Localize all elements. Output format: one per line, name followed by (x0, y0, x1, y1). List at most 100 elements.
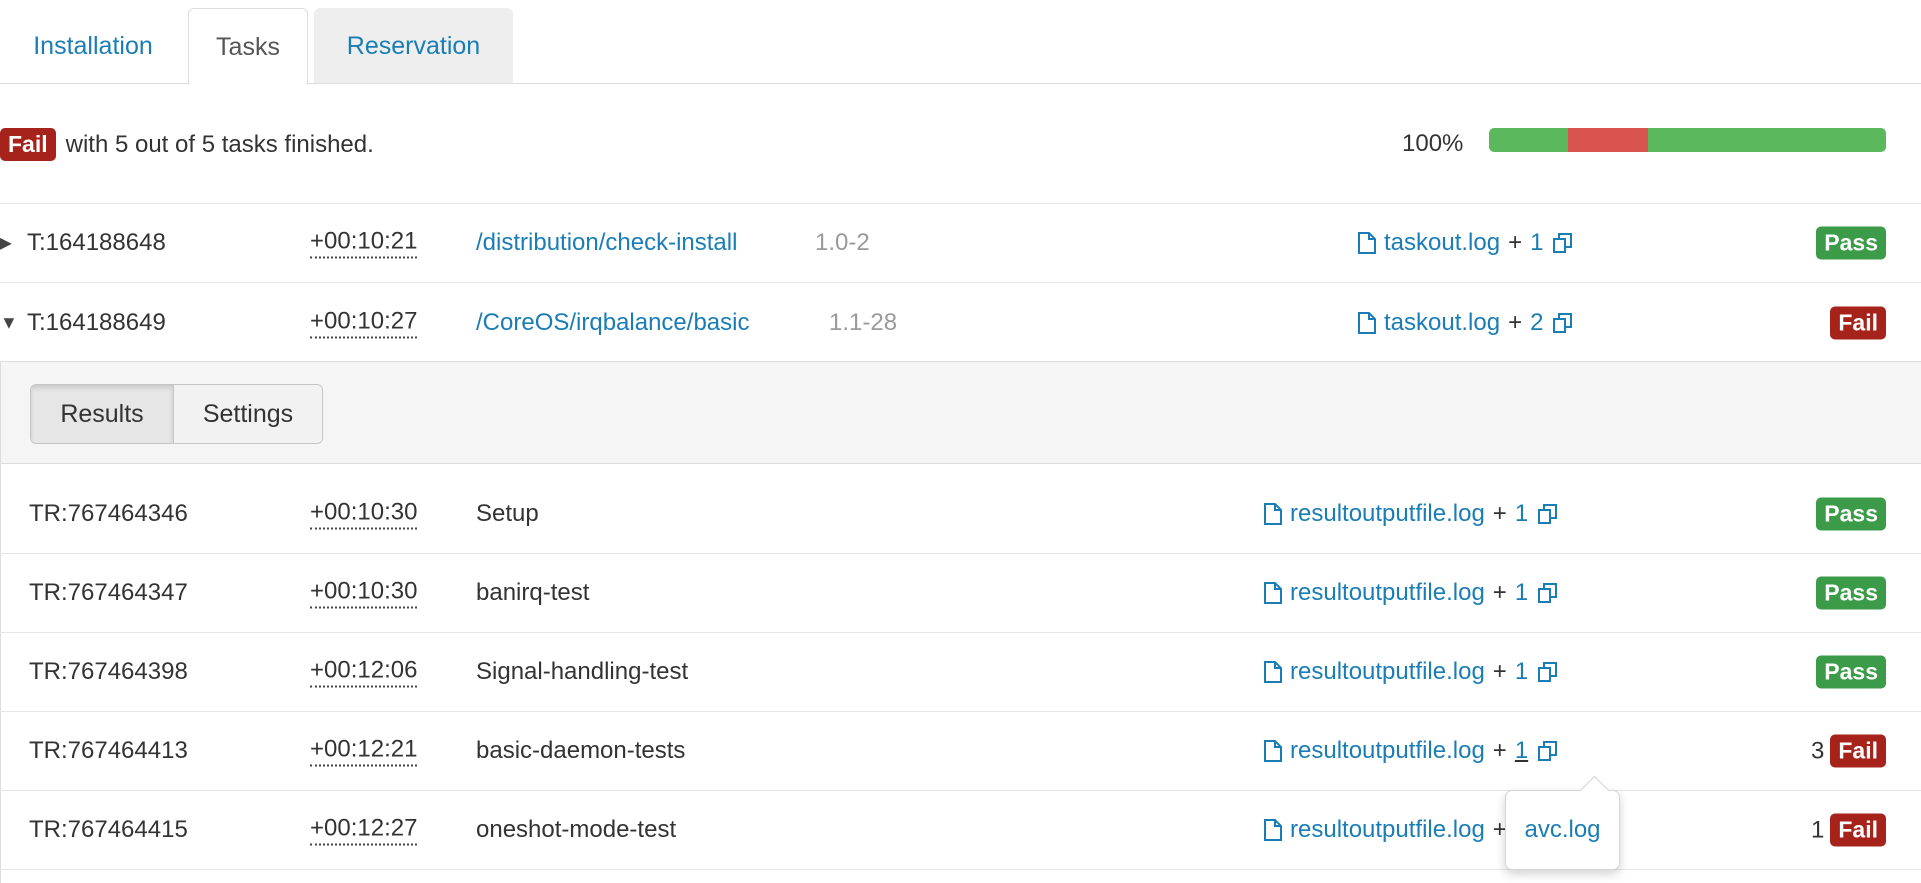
task-name-link[interactable]: /CoreOS/irqbalance/basic (476, 309, 749, 337)
file-icon (1358, 232, 1376, 254)
settings-tab-button[interactable]: Settings (174, 385, 322, 443)
log-link[interactable]: resultoutputfile.log (1290, 500, 1485, 528)
file-icon (1264, 661, 1282, 683)
result-row: TR:767464413 +00:12:21 basic-daemon-test… (0, 712, 1921, 791)
plus-sign: + (1492, 500, 1507, 527)
result-elapsed-time: +00:10:30 (310, 578, 418, 609)
caret-down-icon[interactable]: ▼ (0, 312, 18, 333)
caret-right-icon[interactable]: ▶ (0, 233, 12, 254)
status-badge: Pass (1816, 655, 1886, 689)
result-elapsed-time: +00:12:27 (310, 815, 418, 846)
more-logs-link[interactable]: 1 (1515, 737, 1528, 765)
copy-icon[interactable] (1551, 231, 1575, 255)
result-name: Setup (476, 500, 539, 527)
log-link[interactable]: taskout.log (1384, 229, 1500, 257)
result-id: TR:767464347 (29, 579, 188, 606)
file-icon (1264, 582, 1282, 604)
result-name: oneshot-mode-test (476, 816, 677, 843)
more-logs-link[interactable]: 1 (1530, 229, 1543, 257)
task-logs: taskout.log + 1 (1358, 229, 1575, 257)
copy-icon[interactable] (1536, 739, 1560, 763)
progress-percent: 100% (1402, 130, 1464, 157)
plus-sign: + (1508, 229, 1523, 256)
more-logs-link[interactable]: 1 (1515, 500, 1528, 528)
result-name: banirq-test (476, 579, 590, 606)
progress-segment-fail (1568, 128, 1648, 152)
file-icon (1358, 311, 1376, 334)
file-icon (1264, 503, 1282, 525)
result-logs: resultoutputfile.log + 1 (1264, 500, 1560, 528)
task-version: 1.0-2 (815, 229, 870, 256)
result-status: 1 Fail (1811, 813, 1886, 847)
plus-sign: + (1492, 737, 1507, 764)
plus-sign: + (1492, 658, 1507, 685)
file-icon (1264, 819, 1282, 841)
result-name: Signal-handling-test (476, 658, 689, 685)
task-elapsed-time: +00:10:27 (310, 307, 418, 338)
task-version: 1.1-28 (829, 308, 898, 336)
results-tab-button[interactable]: Results (31, 385, 174, 443)
result-elapsed-time: +00:12:06 (310, 657, 418, 688)
more-logs-link[interactable]: 2 (1530, 309, 1543, 337)
status-badge: Pass (1816, 226, 1886, 260)
result-name: basic-daemon-tests (476, 737, 686, 764)
result-row: TR:767464415 +00:12:27 oneshot-mode-test… (0, 791, 1921, 870)
task-name-link[interactable]: /distribution/check-install (476, 229, 737, 257)
status-badge: Fail (0, 128, 56, 161)
status-badge: Fail (1830, 306, 1886, 339)
failure-count: 3 (1811, 737, 1825, 764)
log-link[interactable]: taskout.log (1384, 309, 1500, 337)
status-badge: Pass (1816, 576, 1886, 610)
summary-status: Fail with 5 out of 5 tasks finished. (0, 128, 374, 161)
result-id: TR:767464415 (29, 816, 188, 843)
status-badge: Fail (1830, 734, 1886, 768)
progress-segment-pass-1 (1489, 128, 1569, 152)
result-id: TR:767464346 (29, 500, 188, 527)
plus-sign: + (1492, 579, 1507, 606)
more-logs-link[interactable]: 1 (1515, 658, 1528, 686)
result-status: 3 Fail (1811, 734, 1886, 768)
tab-bar: Installation Tasks Reservation (0, 0, 1921, 85)
result-row: TR:767464398 +00:12:06 Signal-handling-t… (0, 633, 1921, 712)
result-row: TR:767464347 +00:10:30 banirq-test resul… (0, 554, 1921, 633)
result-id: TR:767464413 (29, 737, 188, 764)
plus-sign: + (1508, 308, 1523, 336)
progress-segment-pass-2 (1647, 128, 1886, 152)
copy-icon[interactable] (1536, 660, 1560, 684)
result-logs: resultoutputfile.log + 1 (1264, 658, 1560, 686)
popover-log-link[interactable]: avc.log (1524, 816, 1600, 844)
task-id: T:164188649 (27, 308, 166, 336)
failure-count: 1 (1811, 816, 1825, 843)
tab-tasks[interactable]: Tasks (188, 8, 308, 85)
result-elapsed-time: +00:12:21 (310, 736, 418, 767)
file-icon (1264, 740, 1282, 762)
log-link[interactable]: resultoutputfile.log (1290, 816, 1485, 844)
details-toolbar: Results Settings (1, 361, 1921, 464)
status-badge: Fail (1830, 813, 1886, 847)
tab-installation[interactable]: Installation (0, 8, 186, 84)
more-logs-popover: avc.log (1505, 790, 1620, 870)
log-link[interactable]: resultoutputfile.log (1290, 658, 1485, 686)
tab-reservation[interactable]: Reservation (314, 8, 513, 84)
recipe-summary: Fail with 5 out of 5 tasks finished. 100… (0, 84, 1921, 204)
task-id: T:164188648 (27, 229, 166, 256)
copy-icon[interactable] (1536, 581, 1560, 605)
more-logs-link[interactable]: 1 (1515, 579, 1528, 607)
log-link[interactable]: resultoutputfile.log (1290, 579, 1485, 607)
progress-bar (1489, 128, 1886, 152)
status-badge: Pass (1816, 497, 1886, 531)
task-elapsed-time: +00:10:21 (310, 228, 418, 259)
details-tab-group: Results Settings (30, 384, 323, 444)
copy-icon[interactable] (1551, 311, 1575, 335)
task-row[interactable]: ▼ T:164188649 +00:10:27 /CoreOS/irqbalan… (0, 283, 1921, 362)
result-logs: resultoutputfile.log + 1 (1264, 737, 1560, 765)
result-row: TR:767464346 +00:10:30 Setup resultoutpu… (0, 475, 1921, 554)
result-logs: resultoutputfile.log + 1 (1264, 579, 1560, 607)
result-id: TR:767464398 (29, 658, 188, 685)
task-logs: taskout.log + 2 (1358, 309, 1575, 337)
result-elapsed-time: +00:10:30 (310, 499, 418, 530)
summary-text: with 5 out of 5 tasks finished. (65, 130, 374, 158)
task-row[interactable]: ▶ T:164188648 +00:10:21 /distribution/ch… (0, 204, 1921, 283)
log-link[interactable]: resultoutputfile.log (1290, 737, 1485, 765)
copy-icon[interactable] (1536, 502, 1560, 526)
